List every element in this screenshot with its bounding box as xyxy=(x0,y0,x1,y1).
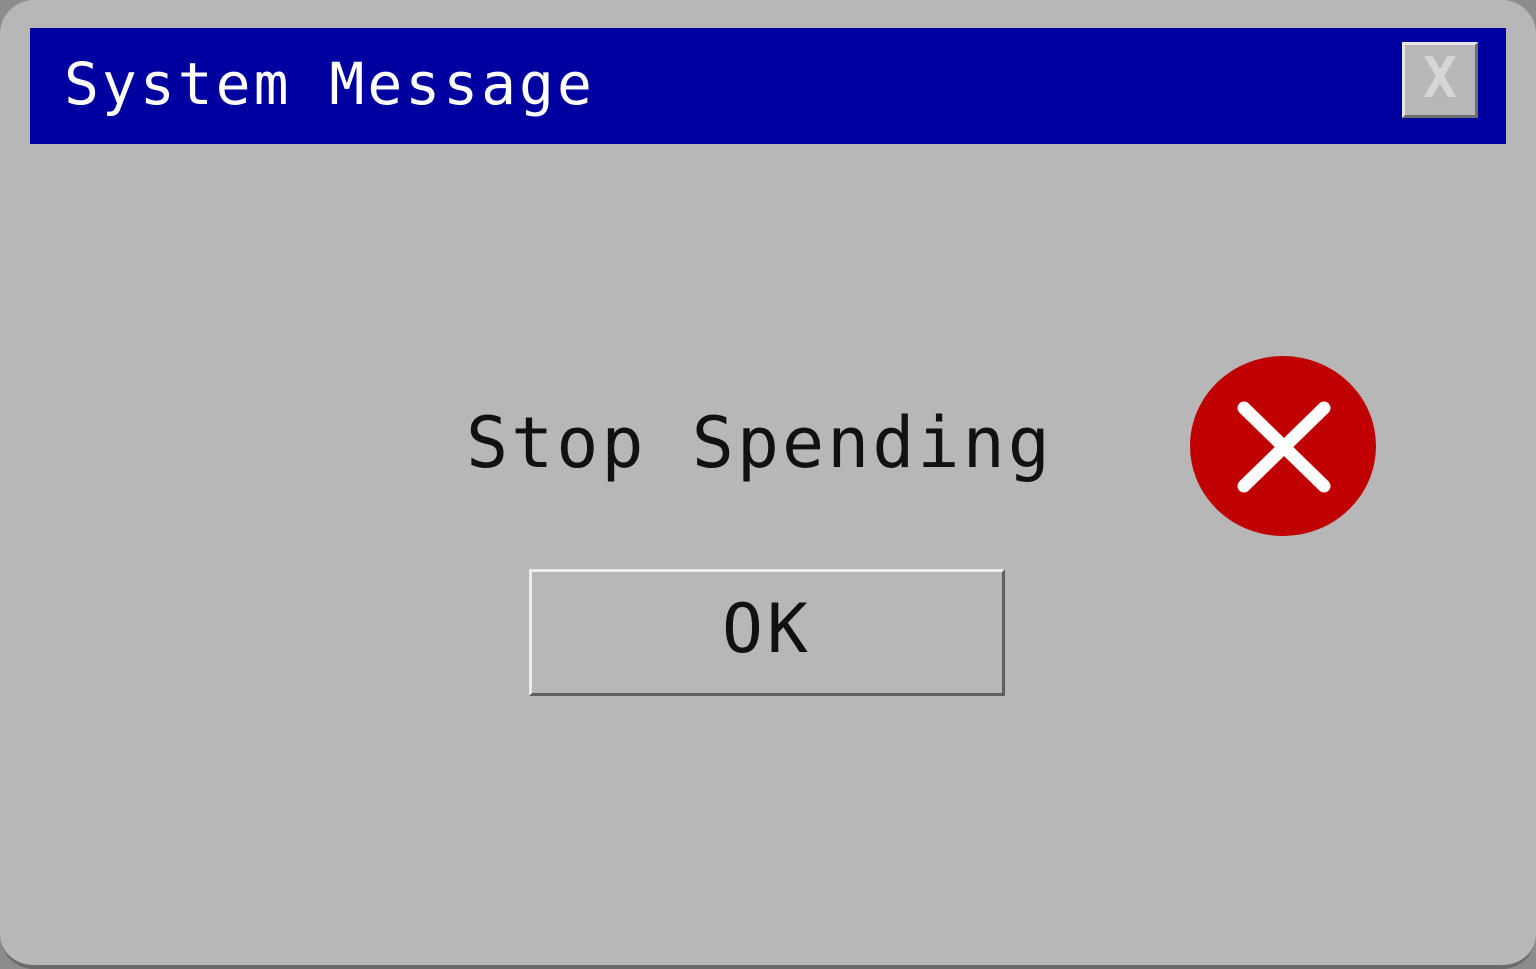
close-button[interactable]: X xyxy=(1402,42,1478,118)
window-title: System Message xyxy=(64,50,595,118)
dialog-message: Stop Spending xyxy=(466,402,1053,484)
ok-button[interactable]: OK xyxy=(529,569,1005,696)
error-x-icon xyxy=(1190,356,1376,536)
title-bar: System Message X xyxy=(30,28,1506,144)
system-message-dialog: System Message X Stop Spending OK xyxy=(0,0,1536,969)
